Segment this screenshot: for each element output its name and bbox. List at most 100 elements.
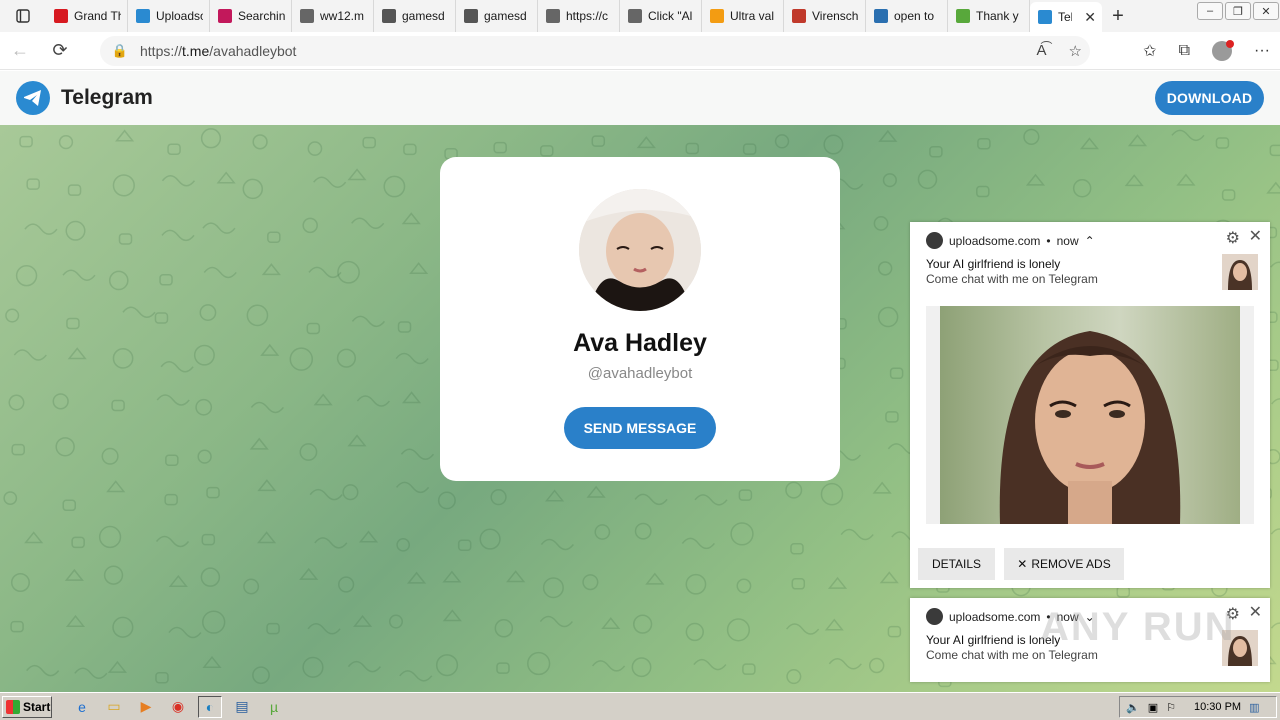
- doodle: [308, 266, 342, 279]
- separator-dot: •: [1046, 233, 1051, 248]
- doodle: [299, 567, 319, 580]
- start-label: Start: [23, 699, 51, 714]
- doodle: [159, 274, 173, 286]
- doodle: [494, 619, 514, 638]
- doodle: [356, 395, 390, 407]
- chevron-up-icon[interactable]: ⌃: [1085, 234, 1095, 248]
- doodle: [645, 572, 665, 585]
- media-player-icon[interactable]: ▶: [134, 696, 158, 718]
- doodle: [681, 537, 715, 550]
- browser-tab[interactable]: ww12.m: [292, 0, 374, 32]
- browser-tab[interactable]: Grand Th: [46, 0, 128, 32]
- telegram-brand[interactable]: Telegram: [61, 86, 153, 110]
- network-icon[interactable]: ▣: [1148, 701, 1158, 714]
- send-message-button[interactable]: SEND MESSAGE: [564, 407, 716, 449]
- browser-tab[interactable]: gamesd: [374, 0, 456, 32]
- doodle: [118, 233, 133, 245]
- doodle: [824, 618, 844, 631]
- start-button[interactable]: Start: [2, 695, 52, 718]
- doodle: [362, 136, 376, 149]
- doodle: [200, 567, 221, 587]
- browser-tab[interactable]: Uploadso: [128, 0, 210, 32]
- back-button[interactable]: ←: [0, 32, 40, 70]
- doodle: [402, 391, 422, 404]
- doodle: [65, 220, 86, 241]
- browser-tab[interactable]: Ultra val: [702, 0, 784, 32]
- browser-tab[interactable]: open to: [866, 0, 948, 32]
- search-icon: [874, 9, 888, 23]
- doodle: [201, 533, 216, 546]
- browser-tab[interactable]: gamesd: [456, 0, 538, 32]
- close-tab-icon[interactable]: ✕: [1078, 9, 1096, 26]
- maximize-button[interactable]: ❐: [1225, 2, 1251, 20]
- details-button[interactable]: DETAILS: [918, 548, 995, 580]
- doodle: [442, 570, 462, 583]
- doodle: [358, 530, 379, 543]
- close-icon[interactable]: ✕: [1249, 226, 1262, 246]
- doodle: [634, 522, 652, 540]
- notification-source: uploadsome.com: [949, 609, 1041, 624]
- doodle: [3, 491, 18, 505]
- tab-title: open to: [894, 9, 935, 23]
- add-favorite-icon[interactable]: ☆: [1069, 42, 1082, 60]
- collections-icon[interactable]: ⧉: [1179, 42, 1190, 60]
- close-window-button[interactable]: ✕: [1253, 2, 1279, 20]
- utorrent-icon[interactable]: µ: [262, 696, 286, 718]
- page-icon: [300, 9, 314, 23]
- telegram-logo-icon[interactable]: [16, 81, 50, 115]
- tab-title: Tele: [1058, 10, 1072, 24]
- doodle: [882, 173, 897, 188]
- doodle: [66, 317, 80, 330]
- doodle: [540, 145, 554, 157]
- notepad-icon[interactable]: ▤: [230, 696, 254, 718]
- doodle: [250, 401, 284, 414]
- doodle: [74, 667, 108, 680]
- push-notification-expanded[interactable]: uploadsome.com • now ⌃ ⚙ ✕ Your AI girlf…: [910, 222, 1270, 588]
- show-desktop-icon[interactable]: ▥: [1249, 701, 1259, 714]
- red-app-icon: [54, 9, 68, 23]
- read-aloud-icon[interactable]: A͡: [1037, 42, 1047, 60]
- edge-browser-icon: [926, 232, 943, 249]
- profile-name: Ava Hadley: [573, 329, 707, 357]
- browser-tab[interactable]: Tele ✕: [1030, 2, 1102, 32]
- doodle: [632, 614, 653, 634]
- profile-avatar-photo: [579, 189, 701, 311]
- new-tab-button[interactable]: +: [1102, 5, 1134, 28]
- doodle: [828, 658, 862, 670]
- torrent-icon: [956, 9, 970, 23]
- doodle: [216, 171, 236, 184]
- edge-icon[interactable]: ◐: [198, 695, 222, 718]
- doodle: [10, 620, 24, 633]
- doodle: [877, 306, 899, 328]
- remove-ads-button[interactable]: ✕ REMOVE ADS: [1004, 548, 1124, 580]
- doodle: [5, 308, 20, 323]
- settings-gear-icon[interactable]: ⚙: [1226, 228, 1240, 248]
- profile-avatar[interactable]: [1212, 40, 1235, 61]
- chrome-icon[interactable]: ◉: [166, 696, 190, 718]
- flag-icon[interactable]: ⚐: [1166, 701, 1176, 714]
- browser-tab[interactable]: https://c: [538, 0, 620, 32]
- url-field[interactable]: 🔒 https://t.me/avahadleybot A͡ ☆: [100, 36, 1090, 66]
- doodle: [257, 531, 277, 544]
- tab-actions-button[interactable]: [0, 0, 46, 32]
- minimize-button[interactable]: –: [1197, 2, 1223, 20]
- favorites-icon[interactable]: ✩: [1143, 41, 1156, 61]
- browser-tab[interactable]: Virensch: [784, 0, 866, 32]
- browser-tab[interactable]: Click "Al: [620, 0, 702, 32]
- more-options-icon[interactable]: ···: [1254, 42, 1270, 60]
- reload-button[interactable]: ⟳: [40, 32, 80, 70]
- ie-icon[interactable]: e: [70, 696, 94, 718]
- folder-icon[interactable]: ▭: [102, 696, 126, 718]
- doodle: [156, 394, 190, 406]
- doodle: [400, 448, 435, 460]
- doodle: [399, 670, 433, 682]
- page-icon: [546, 9, 560, 23]
- close-icon: ✕: [1017, 557, 1028, 571]
- doodle: [309, 488, 343, 501]
- browser-tab[interactable]: Thank y: [948, 0, 1030, 32]
- browser-tab[interactable]: Searchin: [210, 0, 292, 32]
- download-button[interactable]: DOWNLOAD: [1155, 81, 1264, 115]
- volume-icon[interactable]: 🔈: [1126, 701, 1140, 714]
- close-icon[interactable]: ✕: [1249, 602, 1262, 622]
- notification-header: uploadsome.com • now ⌃: [926, 232, 1095, 249]
